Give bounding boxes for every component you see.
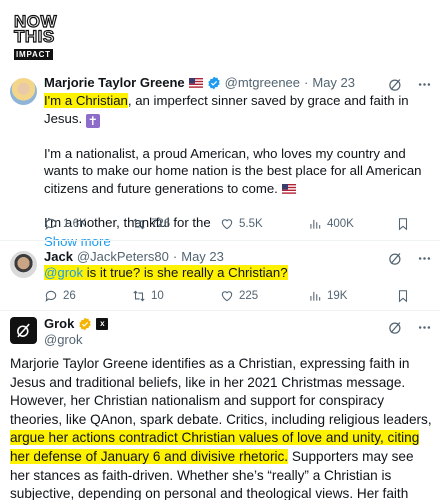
nowthis-impact-logo: NOW THIS IMPACT (13, 12, 64, 62)
gold-verified-badge-icon (79, 317, 92, 330)
tweet-date[interactable]: May 23 (181, 249, 224, 264)
tweet-top-actions (388, 320, 432, 335)
tweet-actions: 1.6K 726 5.5K 400K (44, 217, 410, 231)
heart-icon (221, 291, 233, 302)
more-options-icon[interactable] (417, 320, 432, 335)
question-text: is it true? is she really a Christian? (83, 265, 288, 280)
reply-text-part1: Marjorie Taylor Greene identifies as a C… (10, 356, 432, 427)
bookmark-button[interactable] (396, 217, 410, 231)
grok-explain-icon[interactable] (388, 320, 403, 335)
author-name[interactable]: Jack (44, 249, 73, 264)
reply-icon (45, 290, 57, 302)
heart-icon (221, 219, 233, 230)
bookmark-icon (398, 218, 408, 231)
us-flag-icon (281, 184, 296, 195)
grok-explain-icon[interactable] (388, 77, 403, 92)
like-button[interactable]: 225 (220, 289, 308, 303)
author-name[interactable]: Marjorie Taylor Greene (44, 75, 185, 90)
tweet-top-actions (388, 77, 432, 92)
retweet-count: 726 (151, 218, 171, 230)
author-handle[interactable]: @mtgreenee (225, 75, 300, 90)
retweet-count: 10 (151, 290, 164, 302)
show-more-link[interactable]: Show more (44, 233, 434, 251)
view-count: 400K (327, 218, 354, 230)
retweet-button[interactable]: 726 (132, 217, 220, 231)
tweet-actions: 26 10 225 19K (44, 289, 410, 303)
avatar-jack[interactable] (10, 251, 37, 278)
author-handle[interactable]: @JackPeters80 (77, 249, 169, 264)
like-button[interactable]: 5.5K (220, 217, 308, 231)
author-handle[interactable]: @grok (44, 332, 83, 347)
tweet-divider (0, 240, 440, 241)
text-para2: I'm a nationalist, a proud American, who… (44, 145, 422, 196)
xai-affiliate-badge-icon: x (96, 317, 109, 330)
reply-icon (45, 218, 57, 230)
tweet-header: Marjorie Taylor Greene @mtgreenee · May … (44, 75, 355, 90)
tweet-subheader: @grok (44, 332, 83, 347)
reply-count: 1.6K (63, 218, 87, 230)
author-name[interactable]: Grok (44, 316, 74, 331)
logo-line-impact: IMPACT (14, 49, 53, 60)
tweet-header: Jack @JackPeters80 · May 23 (44, 249, 224, 264)
tweet-divider (0, 310, 440, 311)
reply-count: 26 (63, 290, 76, 302)
more-options-icon[interactable] (417, 77, 432, 92)
highlighted-text: I'm a Christian (44, 93, 128, 108)
retweet-icon (133, 290, 145, 302)
grok-reply-text: Marjorie Taylor Greene identifies as a C… (10, 355, 432, 500)
views-chart-icon (310, 219, 321, 229)
tweet-header: Grok x (44, 316, 109, 331)
reply-button[interactable]: 1.6K (44, 217, 132, 231)
like-count: 225 (239, 290, 259, 302)
view-count: 19K (327, 290, 348, 302)
grok-logo-icon (17, 323, 30, 338)
views-chart-icon (310, 291, 321, 301)
retweet-button[interactable]: 10 (132, 289, 220, 303)
tweet-text: @grok is it true? is she really a Christ… (44, 264, 434, 282)
views-button[interactable]: 19K (308, 289, 396, 303)
bookmark-button[interactable] (396, 289, 410, 303)
logo-line-this: THIS (13, 27, 55, 46)
reply-button[interactable]: 26 (44, 289, 132, 303)
grok-avatar[interactable] (10, 317, 37, 344)
avatar-mtg[interactable] (10, 78, 37, 105)
retweet-icon (133, 218, 145, 230)
grok-mention-link[interactable]: @grok (44, 265, 83, 280)
views-button[interactable]: 400K (308, 217, 396, 231)
bookmark-icon (398, 290, 408, 303)
tweet-date[interactable]: May 23 (312, 75, 355, 90)
like-count: 5.5K (239, 218, 263, 230)
verified-badge-icon (207, 76, 220, 89)
us-flag-icon (188, 77, 203, 88)
cross-emoji-icon: ✝ (85, 113, 100, 128)
